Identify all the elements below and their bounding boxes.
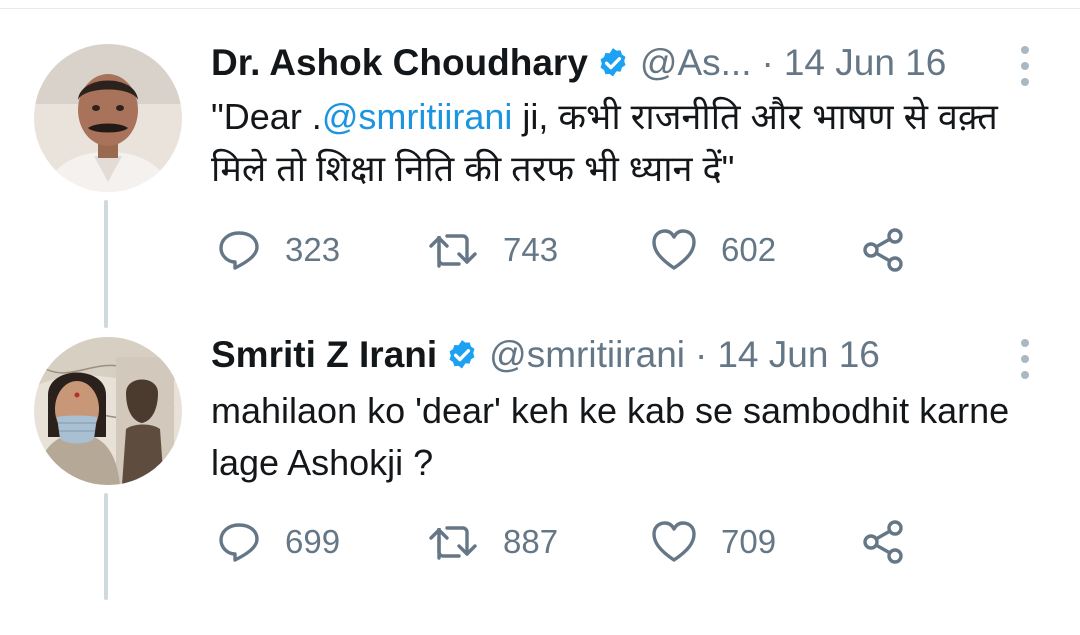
reply-count: 323: [285, 231, 341, 268]
reply-button[interactable]: 323: [217, 225, 340, 275]
author-handle[interactable]: @As...: [640, 42, 752, 84]
author-handle[interactable]: @smritiirani: [489, 334, 685, 376]
share-button[interactable]: [861, 225, 907, 275]
retweet-icon: [429, 234, 477, 268]
like-button[interactable]: 709: [651, 517, 776, 567]
tweet-header: Dr. Ashok Choudhary @As... · 14 Jun 16: [211, 40, 980, 86]
tweet-actions: 699 887 709: [211, 517, 931, 567]
retweet-button[interactable]: 887: [427, 517, 558, 567]
verified-badge-icon: [449, 340, 475, 369]
header-separator: ·: [761, 42, 774, 83]
tweet-date[interactable]: 14 Jun 16: [717, 334, 880, 376]
user-avatar-icon: [34, 44, 182, 192]
tweet[interactable]: Dr. Ashok Choudhary @As... · 14 Jun 16 "…: [0, 0, 1080, 300]
like-icon: [652, 229, 696, 270]
tweet-text: "Dear .@smritiirani ji, कभी राजनीति और भ…: [211, 91, 1031, 195]
tweet-text-start: "Dear .: [211, 96, 322, 137]
like-count: 602: [721, 231, 777, 268]
avatar[interactable]: [34, 44, 182, 192]
share-button[interactable]: [861, 517, 907, 567]
retweet-icon: [429, 526, 477, 560]
reply-count: 699: [285, 523, 341, 560]
tweet-date[interactable]: 14 Jun 16: [784, 42, 947, 84]
more-options-icon[interactable]: [1018, 337, 1032, 381]
tweet[interactable]: Smriti Z Irani @smritiirani · 14 Jun 16 …: [0, 305, 1080, 605]
retweet-count: 887: [503, 523, 559, 560]
avatar[interactable]: [34, 337, 182, 485]
mention-link[interactable]: @smritiirani: [322, 96, 513, 137]
tweet-text: mahilaon ko 'dear' keh ke kab se sambodh…: [211, 390, 1010, 483]
retweet-button[interactable]: 743: [427, 225, 558, 275]
verified-badge-icon: [600, 48, 626, 77]
reply-icon: [219, 523, 259, 562]
share-icon: [863, 520, 903, 564]
retweet-count: 743: [503, 231, 559, 268]
reply-icon: [219, 231, 259, 270]
header-separator: ·: [695, 334, 708, 375]
like-count: 709: [721, 523, 777, 560]
user-avatar-icon: [34, 337, 182, 485]
author-name[interactable]: Smriti Z Irani: [211, 334, 437, 376]
tweet-actions: 323 743 602: [211, 225, 931, 275]
tweet-header: Smriti Z Irani @smritiirani · 14 Jun 16: [211, 332, 980, 378]
like-icon: [652, 521, 696, 562]
reply-button[interactable]: 699: [217, 517, 340, 567]
more-options-icon[interactable]: [1018, 44, 1032, 88]
like-button[interactable]: 602: [651, 225, 776, 275]
author-name[interactable]: Dr. Ashok Choudhary: [211, 42, 588, 84]
share-icon: [863, 228, 903, 272]
